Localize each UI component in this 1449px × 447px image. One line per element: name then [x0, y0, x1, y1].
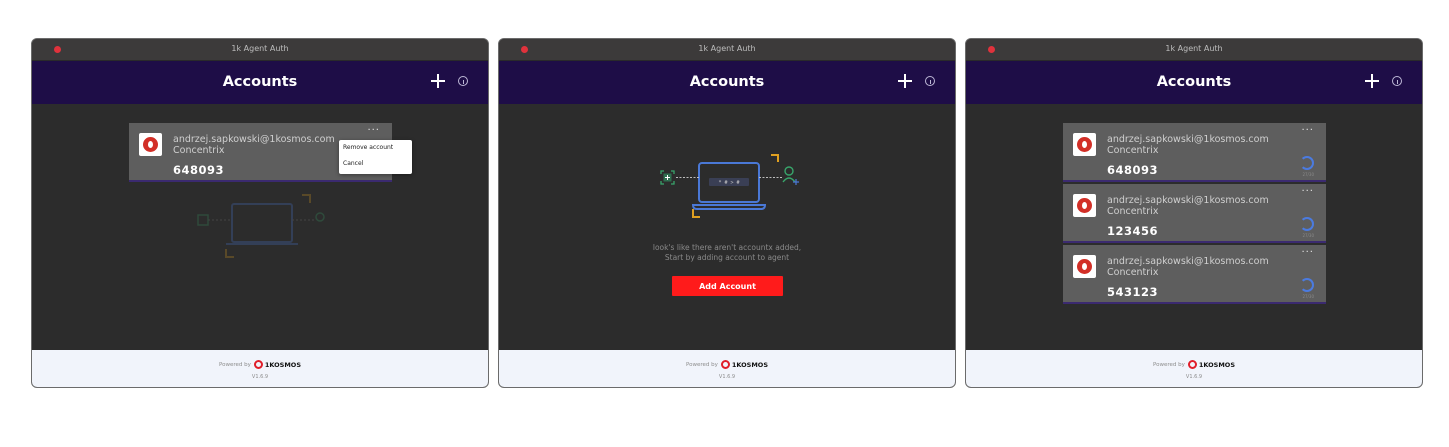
app-window-accounts-list: 1k Agent Auth Accounts andrzej.sapkowski…	[965, 38, 1423, 388]
accounts-area: andrzej.sapkowski@1kosmos.com Concentrix…	[32, 104, 488, 352]
add-account-button[interactable]: Add Account	[672, 276, 783, 296]
account-context-menu: Remove account Cancel	[339, 140, 412, 174]
window-title: 1k Agent Auth	[1165, 44, 1223, 53]
empty-illustration	[197, 194, 325, 258]
info-icon[interactable]	[925, 76, 935, 86]
empty-illustration: * # > #	[660, 154, 799, 218]
title-bar[interactable]: 1k Agent Auth	[32, 39, 488, 61]
brand-name: 1KOSMOS	[731, 360, 769, 369]
account-email: andrzej.sapkowski@1kosmos.com	[1107, 256, 1269, 267]
powered-by: Powered by 1KOSMOS	[499, 360, 955, 369]
account-email: andrzej.sapkowski@1kosmos.com	[1107, 134, 1269, 145]
1kosmos-logo-icon	[1187, 360, 1197, 369]
concentrix-logo	[1073, 133, 1096, 156]
empty-state-area: * # > # look's like there aren't account…	[499, 104, 955, 352]
page-title: Accounts	[222, 74, 298, 90]
timer-ring-icon	[1300, 156, 1314, 170]
powered-by: Powered by 1KOSMOS	[966, 360, 1422, 369]
add-account-plus-icon[interactable]	[431, 74, 445, 88]
app-window-menu-open: 1k Agent Auth Accounts andrzej.sapkowski…	[31, 38, 489, 388]
brand-name: 1KOSMOS	[1198, 360, 1236, 369]
brand: 1KOSMOS	[253, 360, 302, 369]
account-card[interactable]: andrzej.sapkowski@1kosmos.com Concentrix…	[1063, 245, 1326, 304]
powered-by: Powered by 1KOSMOS	[32, 360, 488, 369]
remove-account-menu-item[interactable]: Remove account	[339, 140, 412, 156]
concentrix-logo	[1073, 194, 1096, 217]
account-org: Concentrix	[173, 145, 225, 156]
accounts-list: andrzej.sapkowski@1kosmos.com Concentrix…	[966, 104, 1422, 352]
cancel-menu-item[interactable]: Cancel	[339, 156, 412, 172]
version-label: V1.6.9	[718, 374, 736, 380]
1kosmos-logo-icon	[720, 360, 730, 369]
version-label: V1.6.9	[251, 374, 269, 380]
page-title: Accounts	[689, 74, 765, 90]
title-bar[interactable]: 1k Agent Auth	[966, 39, 1422, 61]
1kosmos-logo-icon	[253, 360, 263, 369]
app-header: Accounts	[499, 61, 955, 104]
app-header: Accounts	[966, 61, 1422, 104]
timer-ring-icon	[1300, 217, 1314, 231]
powered-by-label: Powered by	[218, 361, 251, 368]
info-icon[interactable]	[1392, 76, 1402, 86]
title-bar[interactable]: 1k Agent Auth	[499, 39, 955, 61]
laptop-code-text: * # > #	[718, 180, 739, 186]
timer-label: 27/30	[1302, 233, 1314, 238]
footer: Powered by 1KOSMOS V1.6.9	[32, 350, 488, 387]
account-email: andrzej.sapkowski@1kosmos.com	[1107, 195, 1269, 206]
more-options-icon[interactable]: ···	[1301, 125, 1314, 136]
brand: 1KOSMOS	[1187, 360, 1236, 369]
window-title: 1k Agent Auth	[231, 44, 289, 53]
account-card[interactable]: andrzej.sapkowski@1kosmos.com Concentrix…	[1063, 184, 1326, 243]
brand: 1KOSMOS	[720, 360, 769, 369]
footer: Powered by 1KOSMOS V1.6.9	[499, 350, 955, 387]
timer-label: 27/30	[1302, 294, 1314, 299]
add-account-plus-icon[interactable]	[1365, 74, 1379, 88]
app-window-empty: 1k Agent Auth Accounts * # > # look's li…	[498, 38, 956, 388]
footer: Powered by 1KOSMOS V1.6.9	[966, 350, 1422, 387]
concentrix-logo	[1073, 255, 1096, 278]
powered-by-label: Powered by	[685, 361, 718, 368]
otp-code: 123456	[1107, 224, 1159, 238]
brand-name: 1KOSMOS	[264, 360, 302, 369]
otp-code: 648093	[1107, 163, 1159, 177]
app-header: Accounts	[32, 61, 488, 104]
otp-code: 543123	[1107, 285, 1159, 299]
window-title: 1k Agent Auth	[698, 44, 756, 53]
version-label: V1.6.9	[1185, 374, 1203, 380]
more-options-icon[interactable]: ···	[1301, 247, 1314, 258]
info-icon[interactable]	[458, 76, 468, 86]
timer-ring-icon	[1300, 278, 1314, 292]
concentrix-logo	[139, 133, 162, 156]
account-org: Concentrix	[1107, 145, 1159, 156]
powered-by-label: Powered by	[1152, 361, 1185, 368]
empty-message-line1: look's like there aren't accountx added,	[652, 243, 802, 252]
account-email: andrzej.sapkowski@1kosmos.com	[173, 134, 335, 145]
account-org: Concentrix	[1107, 206, 1159, 217]
more-options-icon[interactable]: ···	[367, 125, 380, 136]
add-account-plus-icon[interactable]	[898, 74, 912, 88]
more-options-icon[interactable]: ···	[1301, 186, 1314, 197]
otp-code: 648093	[173, 163, 225, 177]
empty-message-line2: Start by adding account to agent	[664, 253, 790, 262]
account-org: Concentrix	[1107, 267, 1159, 278]
timer-label: 27/30	[1302, 172, 1314, 177]
account-card[interactable]: andrzej.sapkowski@1kosmos.com Concentrix…	[1063, 123, 1326, 182]
page-title: Accounts	[1156, 74, 1232, 90]
